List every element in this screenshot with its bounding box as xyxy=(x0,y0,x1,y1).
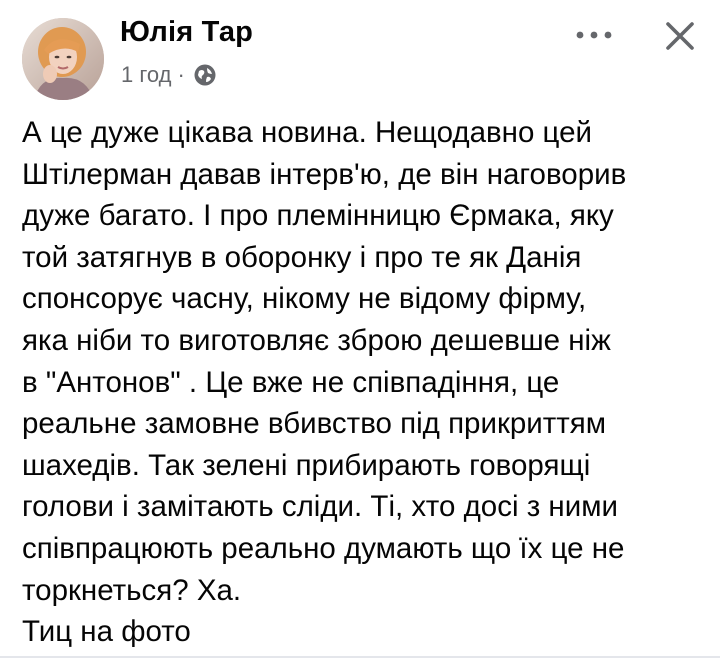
post-header: Юлія Тар 1 год · xyxy=(0,0,720,110)
post-meta: 1 год · xyxy=(121,62,217,88)
post-text-line: той затягнув в оборонку і про те як Дані… xyxy=(22,240,582,274)
post-text-line: співпрацюють реально думають що їх це не xyxy=(22,531,625,565)
close-post-button[interactable] xyxy=(656,12,704,60)
more-horizontal-icon xyxy=(576,31,612,39)
post-text-line: спонсорує часну, нікому не відому фірму, xyxy=(22,282,587,316)
post-text-line: дуже багато. І про племінницю Єрмака, як… xyxy=(22,199,614,233)
globe-icon xyxy=(193,63,217,87)
post-text-line: голови і замітають сліди. Ті, хто досі з… xyxy=(22,490,618,524)
post-text-line: шахедів. Так зелені прибирають говорящі xyxy=(22,448,591,482)
close-icon xyxy=(666,22,694,50)
author-name[interactable]: Юлія Тар xyxy=(120,16,253,49)
post-text-line: Штілерман давав інтерв'ю, де він наговор… xyxy=(22,157,627,191)
post-text-line: Тиц на фото xyxy=(22,615,191,649)
post-time[interactable]: 1 год xyxy=(121,62,171,88)
facebook-post: Юлія Тар 1 год · А це дуже цікава новина… xyxy=(0,0,720,666)
more-options-button[interactable] xyxy=(570,20,618,50)
post-text-line: яка ніби то виготовляє зброю дешевше ніж xyxy=(22,323,611,357)
post-text-line: торкнеться? Ха. xyxy=(22,573,242,607)
post-text-line: в "Антонов" . Це вже не співпадіння, це xyxy=(22,365,560,399)
post-body: А це дуже цікава новина. Нещодавно цей Ш… xyxy=(22,112,702,653)
avatar-image xyxy=(22,18,104,100)
post-text-line: реальне замовне вбивство під прикриттям xyxy=(22,407,607,441)
author-avatar[interactable] xyxy=(22,18,104,100)
post-divider xyxy=(0,656,720,658)
meta-separator: · xyxy=(177,62,185,87)
post-text-line: А це дуже цікава новина. Нещодавно цей xyxy=(22,116,593,149)
